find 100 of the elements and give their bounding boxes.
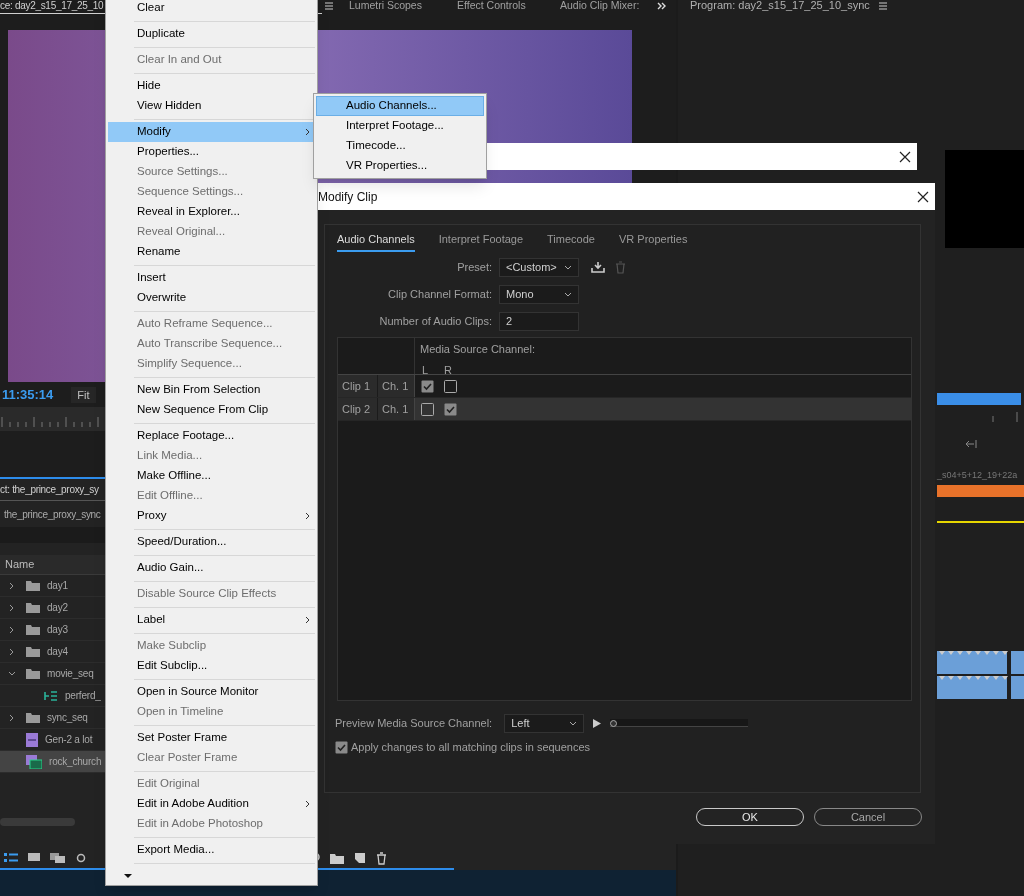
panel-tab[interactable]: Program: day2_s15_17_25_10_sync <box>690 0 870 11</box>
menu-item[interactable]: Make Offline... <box>108 466 315 486</box>
table-row[interactable]: Clip 1 Ch. 1 <box>338 375 911 398</box>
save-preset-icon[interactable] <box>591 261 605 273</box>
panel-tab[interactable]: Audio Clip Mixer: <box>560 0 657 11</box>
play-icon[interactable] <box>592 717 603 729</box>
menu-item[interactable]: Edit Subclip... <box>108 656 315 676</box>
close-icon[interactable] <box>899 150 911 163</box>
audio-preview-track[interactable] <box>610 719 749 727</box>
menu-item[interactable]: Timecode... <box>316 136 484 156</box>
chevrons-icon[interactable] <box>657 1 667 11</box>
list-view-icon[interactable] <box>4 853 18 863</box>
dialog-tab[interactable]: Audio Channels <box>337 231 415 252</box>
checkbox-label: Apply changes to all matching clips in sequences <box>351 740 591 755</box>
folder-icon <box>26 668 40 679</box>
column-header: R <box>444 362 452 378</box>
menu-item[interactable]: New Bin From Selection <box>108 380 315 400</box>
zoom-slider-icon[interactable] <box>76 853 88 863</box>
dropdown[interactable]: <Custom> <box>499 257 579 277</box>
freeform-view-icon[interactable] <box>50 853 66 863</box>
field-label: Preset: <box>456 259 493 275</box>
folder-icon <box>26 602 40 613</box>
menu-item[interactable]: Modify <box>108 122 315 142</box>
menu-item[interactable]: Label <box>108 610 315 630</box>
multicam-clip-icon <box>26 754 42 769</box>
table-cell: Ch. 1 <box>378 398 415 420</box>
field-label: Number of Audio Clips: <box>378 313 493 329</box>
go-to-in-point-icon[interactable] <box>965 439 977 449</box>
menu-item[interactable]: Open in Source Monitor <box>108 682 315 702</box>
field-label: Clip Channel Format: <box>387 286 493 302</box>
marker-ticks <box>992 411 1018 423</box>
menu-item[interactable]: Reveal in Explorer... <box>108 202 315 222</box>
close-icon[interactable] <box>917 190 929 203</box>
project-path: the_prince_proxy_sync <box>4 507 101 522</box>
folder-icon <box>26 580 40 591</box>
folder-icon[interactable] <box>330 852 344 864</box>
menu-item[interactable]: Interpret Footage... <box>316 116 484 136</box>
menu-item[interactable]: Rename <box>108 242 315 262</box>
menu-item[interactable]: Clear <box>108 0 315 18</box>
table-row[interactable]: Clip 2 Ch. 1 <box>338 398 911 421</box>
dialog-tab[interactable]: Interpret Footage <box>438 231 524 252</box>
menu-item[interactable]: View Hidden <box>108 96 315 116</box>
scroll-down-icon[interactable] <box>123 873 133 879</box>
panel-tab[interactable]: Lumetri Scopes <box>349 0 457 11</box>
timecode: 11:35:14 <box>2 386 54 405</box>
menu-item[interactable]: Audio Gain... <box>108 558 315 578</box>
dialog-tab[interactable]: VR Properties <box>618 231 688 252</box>
chevron-right-icon[interactable] <box>8 647 16 656</box>
column-header: L <box>422 362 430 378</box>
menu-item[interactable]: Edit in Adobe Audition <box>108 794 315 814</box>
menu-item[interactable]: Duplicate <box>108 24 315 44</box>
menu-item[interactable]: Overwrite <box>108 288 315 308</box>
dialog-tab[interactable]: Timecode <box>547 231 595 252</box>
table-cell: Clip 1 <box>338 375 378 397</box>
checkbox[interactable] <box>421 402 434 416</box>
menu-item[interactable]: Proxy <box>108 506 315 526</box>
table-cell: Clip 2 <box>338 398 378 420</box>
menu-item[interactable]: Audio Channels... <box>316 96 484 116</box>
menu-item[interactable]: Export Media... <box>108 840 315 860</box>
icon-view-icon[interactable] <box>28 853 40 863</box>
caret-icon <box>564 291 572 297</box>
menu-item[interactable]: Hide <box>108 76 315 96</box>
new-item-icon[interactable] <box>354 852 366 864</box>
dropdown[interactable]: Mono <box>499 284 579 304</box>
sequence-name: _s04+5+12_19+22a <box>937 469 1018 482</box>
table-cell: Ch. 1 <box>378 375 415 397</box>
chevron-right-icon[interactable] <box>8 713 16 722</box>
zoom-dropdown[interactable]: Fit <box>71 386 96 404</box>
menu-item[interactable]: Properties... <box>108 142 315 162</box>
panel-tab[interactable]: Effect Controls <box>457 0 560 11</box>
folder-icon <box>26 712 40 723</box>
menu-item[interactable]: Insert <box>108 268 315 288</box>
dropdown[interactable]: Left <box>504 713 585 733</box>
menu-item[interactable]: Set Poster Frame <box>108 728 315 748</box>
checkbox-checked[interactable] <box>444 402 457 416</box>
checkbox-checked[interactable] <box>421 379 434 393</box>
folder-icon <box>26 624 40 635</box>
column-header: Media Source Channel: <box>420 342 535 357</box>
caret-icon <box>564 264 572 270</box>
sequence-icon <box>44 689 58 702</box>
menu-item[interactable]: New Sequence From Clip <box>108 400 315 420</box>
menu-icon[interactable] <box>324 1 334 11</box>
panel-title: ct: the_prince_proxy_sy <box>0 483 99 497</box>
caret-icon <box>569 720 578 726</box>
menu-item[interactable]: VR Properties... <box>316 156 484 176</box>
chevron-right-icon[interactable] <box>8 581 16 590</box>
menu-icon[interactable] <box>877 1 888 11</box>
chevron-right-icon[interactable] <box>8 625 16 634</box>
checkbox-checked[interactable] <box>335 740 348 754</box>
clip-icon <box>26 732 38 747</box>
menu-item[interactable]: Replace Footage... <box>108 426 315 446</box>
input-field[interactable]: 2 <box>499 311 579 331</box>
column-header[interactable]: Name <box>5 556 35 573</box>
folder-icon <box>26 646 40 657</box>
chevron-right-icon[interactable] <box>8 603 16 612</box>
menu-item[interactable]: Speed/Duration... <box>108 532 315 552</box>
chevron-down-icon[interactable] <box>8 669 16 678</box>
dialog-title: Modify Clip <box>318 188 378 206</box>
checkbox[interactable] <box>444 379 457 393</box>
slider-thumb[interactable] <box>610 720 618 727</box>
